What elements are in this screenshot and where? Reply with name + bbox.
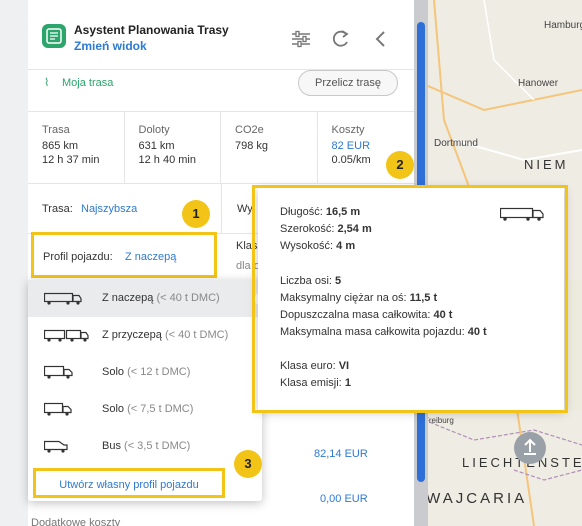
refresh-icon[interactable] <box>330 28 352 50</box>
price-2[interactable]: 82,14 EUR <box>314 448 368 460</box>
badge-1: 1 <box>182 200 210 228</box>
route-stats: Trasa 865 km 12 h 37 min Doloty 631 km 1… <box>28 112 414 184</box>
highlight-box-1 <box>31 232 217 278</box>
stat-label: Trasa <box>42 124 70 136</box>
stat-route: Trasa 865 km 12 h 37 min <box>28 112 125 184</box>
highlight-box-2 <box>252 185 568 413</box>
small-truck-icon <box>44 402 72 416</box>
stat-value: 12 h 37 min <box>42 154 100 166</box>
dropdown-item-semitrailer[interactable]: Z naczepą (< 40 t DMC) <box>28 280 262 317</box>
stat-value: 12 h 40 min <box>138 154 196 166</box>
route-icon: ⌇ <box>44 77 50 89</box>
dropdown-item-label: Solo (< 7,5 t DMC) <box>102 403 194 415</box>
panel-header: Asystent Planowania Trasy Zmień widok <box>28 0 414 70</box>
extra-costs-label: Dodatkowe koszty <box>31 517 121 526</box>
stat-value: 798 kg <box>235 140 269 152</box>
price-3[interactable]: 0,00 EUR <box>320 493 368 505</box>
map-label-dortmund: Dortmund <box>434 138 478 149</box>
stat-co2: CO2e 798 kg <box>221 112 318 184</box>
app-title: Asystent Planowania Trasy <box>74 23 229 37</box>
stat-value: 865 km <box>42 140 79 152</box>
app-logo-icon <box>42 24 66 48</box>
dropdown-item-trailer[interactable]: Z przyczepą (< 40 t DMC) <box>28 317 262 354</box>
map-marker-icon[interactable] <box>514 432 546 464</box>
map-country-switzerland: ZWAJCARIA <box>414 490 528 507</box>
dropdown-item-solo-12[interactable]: Solo (< 12 t DMC) <box>28 354 262 391</box>
avoid-label: Wy <box>237 203 253 215</box>
semitrailer-truck-icon <box>44 292 82 305</box>
dropdown-item-label: Solo (< 12 t DMC) <box>102 366 191 378</box>
stat-label: Doloty <box>138 124 170 136</box>
stat-value: 631 km <box>138 140 175 152</box>
dropdown-item-label: Bus (< 3,5 t DMC) <box>102 440 191 452</box>
chevron-left-icon[interactable] <box>370 28 392 50</box>
van-icon <box>44 440 68 453</box>
stat-label: CO2e <box>235 124 264 136</box>
stat-label: Koszty <box>331 124 365 136</box>
change-view-link[interactable]: Zmień widok <box>74 39 147 53</box>
solo-truck-icon <box>44 365 73 379</box>
route-type-label: Trasa: <box>42 203 73 215</box>
dropdown-item-solo-7-5[interactable]: Solo (< 7,5 t DMC) <box>28 391 262 428</box>
map-country-germany: NIEM <box>524 157 569 172</box>
dropdown-item-bus[interactable]: Bus (< 3,5 t DMC) <box>28 428 262 465</box>
recalculate-button[interactable]: Przelicz trasę <box>298 70 398 96</box>
stat-approach: Doloty 631 km 12 h 40 min <box>125 112 221 184</box>
dropdown-item-label: Z naczepą (< 40 t DMC) <box>102 292 220 304</box>
badge-3: 3 <box>234 450 262 478</box>
truck-trailer-icon <box>44 329 89 342</box>
route-type-link[interactable]: Najszybsza <box>81 203 137 215</box>
my-route-label: Moja trasa <box>62 77 114 89</box>
map-label-freiburg: Freiburg <box>424 416 454 425</box>
badge-2: 2 <box>386 151 414 179</box>
divider <box>221 184 222 234</box>
dropdown-item-label: Z przyczepą (< 40 t DMC) <box>102 329 229 341</box>
sliders-icon[interactable] <box>290 28 312 50</box>
route-row: ⌇ Moja trasa Przelicz trasę <box>28 70 414 112</box>
map-label-hanower: Hanower <box>518 78 559 89</box>
map-label-hamburg: Hamburg <box>544 20 582 31</box>
my-route-link[interactable]: ⌇ Moja trasa <box>44 76 113 89</box>
create-own-profile-button[interactable]: Utwórz własny profil pojazdu <box>33 468 225 498</box>
